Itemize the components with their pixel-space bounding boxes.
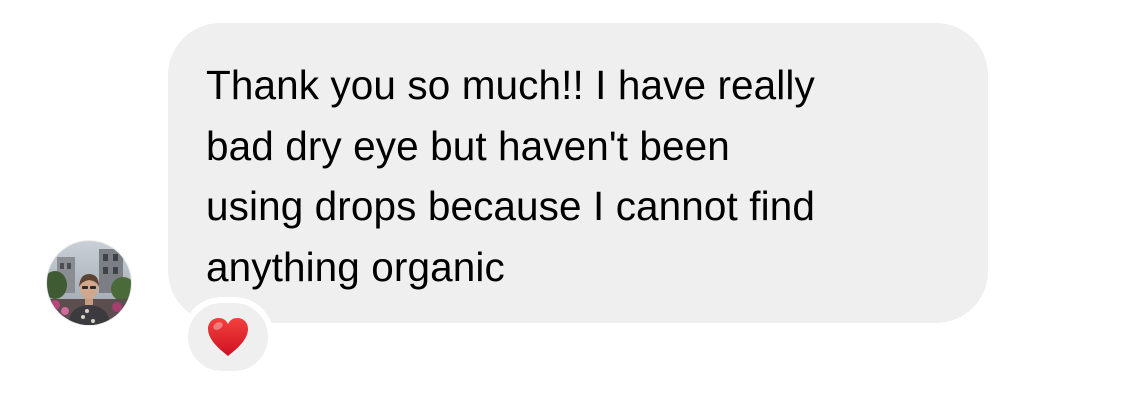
message-thread: Thank you so much!! I have really bad dr…: [0, 0, 1124, 410]
red-heart-icon: [208, 318, 248, 356]
avatar-photo: [47, 241, 131, 325]
message-bubble[interactable]: Thank you so much!! I have really bad dr…: [168, 23, 988, 323]
message-text: Thank you so much!! I have really bad dr…: [206, 62, 815, 290]
avatar[interactable]: [47, 241, 131, 325]
reaction-badge[interactable]: [182, 297, 274, 377]
